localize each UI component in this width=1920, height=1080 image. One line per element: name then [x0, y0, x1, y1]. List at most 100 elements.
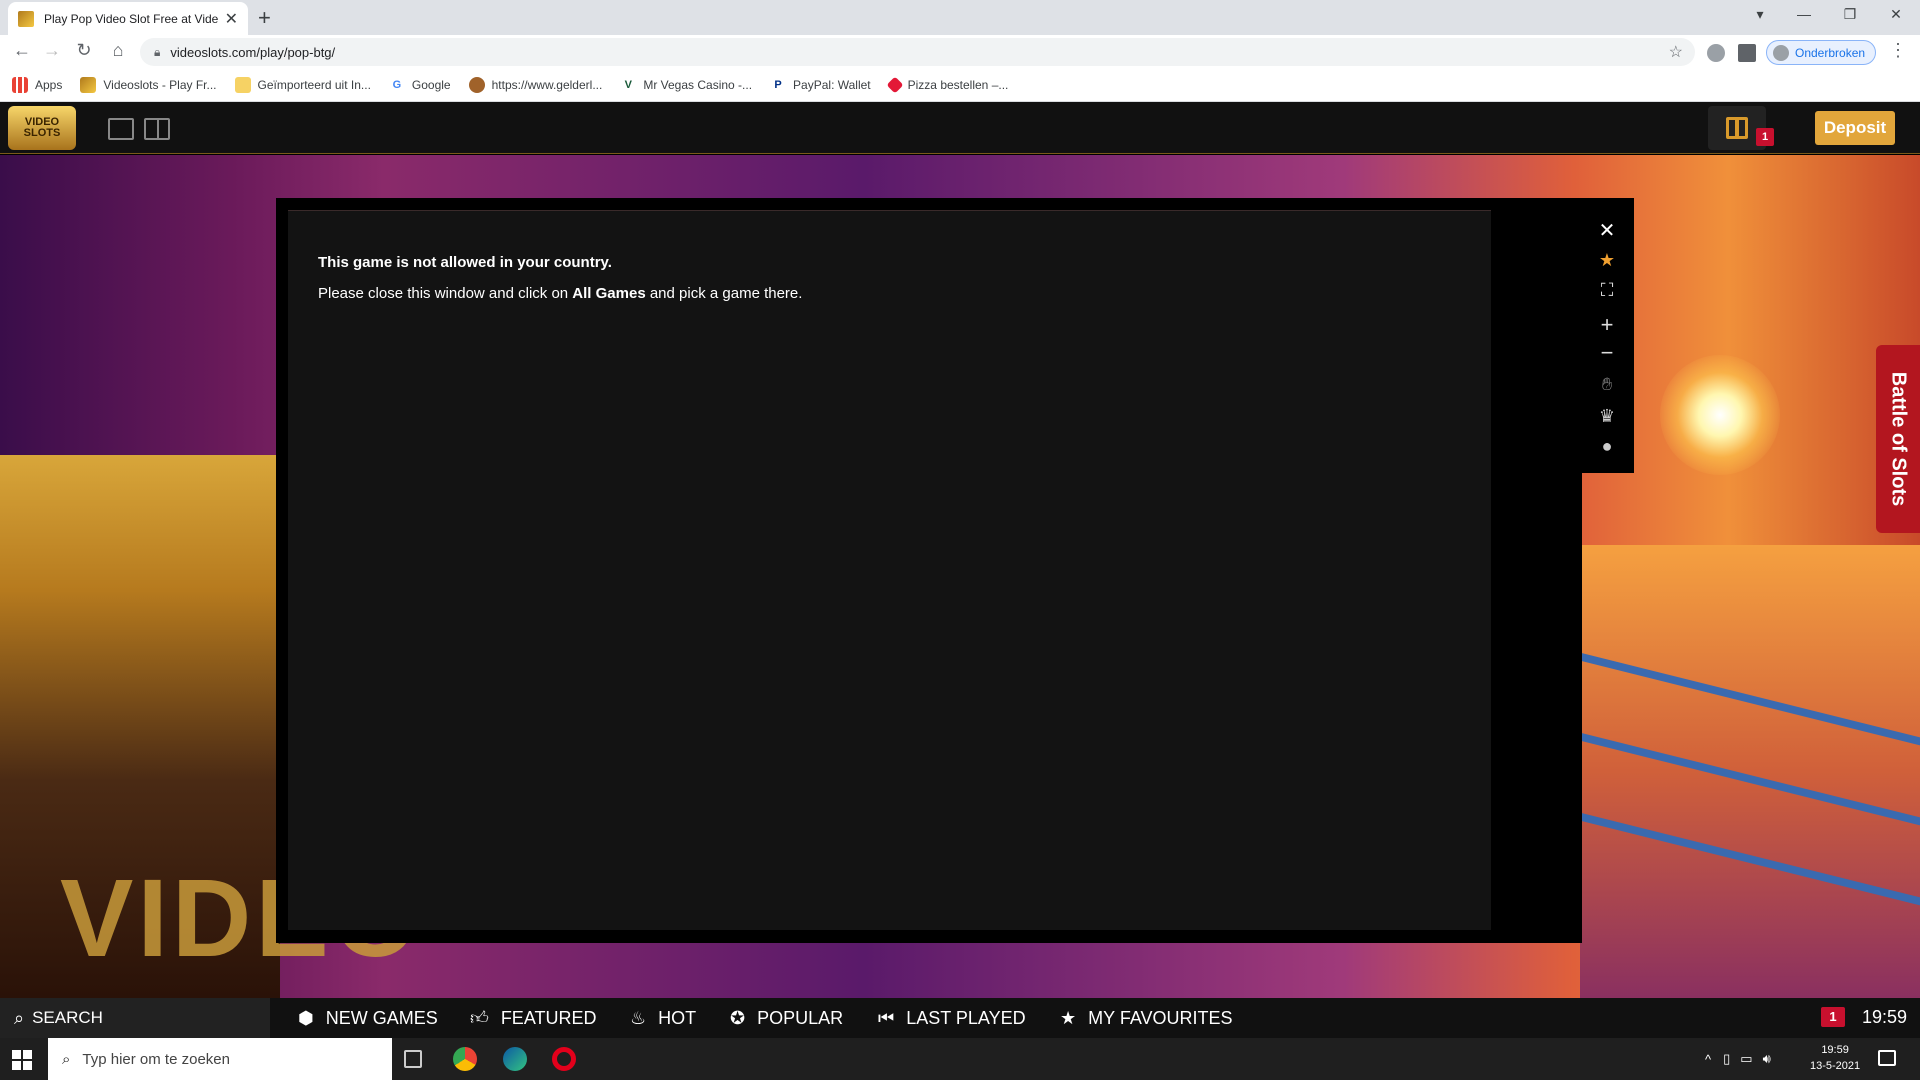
lock-icon[interactable]: 🔒︎	[154, 45, 160, 60]
adblock-extension-icon[interactable]	[1707, 44, 1725, 62]
category-label: NEW GAMES	[325, 1007, 438, 1028]
tab-favicon-icon	[18, 10, 34, 27]
bookmark-videoslots[interactable]: Videoslots - Play Fr...	[80, 77, 217, 93]
chrome-taskbar-icon[interactable]	[453, 1047, 477, 1071]
category-label: FEATURED	[500, 1007, 597, 1028]
browser-tab[interactable]: Play Pop Video Slot Free at Vide ✕	[8, 2, 248, 35]
windows-start-icon[interactable]	[12, 1050, 32, 1070]
address-bar[interactable]: 🔒︎ videoslots.com/play/pop-btg/ ☆	[140, 38, 1695, 66]
zoom-in-icon[interactable]: +	[1580, 312, 1634, 338]
bookmark-label: PayPal: Wallet	[793, 78, 871, 92]
bookmark-label: Apps	[35, 78, 63, 92]
minimize-icon[interactable]: —	[1792, 6, 1816, 22]
search-icon: ⌕	[62, 1050, 71, 1068]
battle-of-slots-tab[interactable]: Battle of Slots	[1876, 345, 1920, 533]
bookmark-label: Videoslots - Play Fr...	[103, 78, 217, 92]
apps-grid-icon	[12, 77, 28, 93]
category-hot[interactable]: ♨ HOT	[630, 998, 696, 1038]
category-featured[interactable]: 👍︎ FEATURED	[470, 998, 596, 1038]
new-tab-icon[interactable]: +	[258, 5, 271, 31]
game-message-area: This game is not allowed in your country…	[288, 210, 1491, 930]
close-icon[interactable]: ✕	[1580, 218, 1634, 243]
browser-tab-strip: Play Pop Video Slot Free at Vide ✕ + ▾ —…	[0, 0, 1920, 35]
opera-taskbar-icon[interactable]	[552, 1047, 576, 1071]
bookmark-gelderland[interactable]: https://www.gelderl...	[468, 77, 603, 93]
notification-badge[interactable]: 1	[1821, 1007, 1845, 1027]
extensions-puzzle-icon[interactable]	[1738, 44, 1756, 62]
taskbar-date: 13-5-2021	[1810, 1060, 1861, 1072]
bookmark-label: Pizza bestellen –...	[907, 78, 1009, 92]
bookmark-pizza[interactable]: Pizza bestellen –...	[886, 76, 1009, 94]
tab-close-icon[interactable]: ✕	[225, 9, 238, 29]
bookmark-google[interactable]: G Google	[389, 77, 451, 93]
avatar	[1773, 44, 1789, 61]
category-popular[interactable]: ✪ POPULAR	[730, 998, 843, 1038]
browser-toolbar: ← → ↻ ⌂ 🔒︎ videoslots.com/play/pop-btg/ …	[0, 35, 1920, 69]
tray-volume-icon[interactable]: 🔊︎	[1763, 1051, 1771, 1067]
tray-chevron-icon[interactable]: ^	[1705, 1052, 1711, 1067]
category-label: MY FAVOURITES	[1088, 1007, 1233, 1028]
restore-icon[interactable]: ❐	[1838, 6, 1862, 23]
tray-device-icon[interactable]: ▯	[1723, 1051, 1730, 1067]
bookmark-mrvegas[interactable]: V Mr Vegas Casino -...	[620, 77, 752, 93]
edge-taskbar-icon[interactable]	[503, 1047, 527, 1071]
single-view-icon[interactable]	[108, 118, 134, 140]
site-clock: 19:59	[1862, 1007, 1908, 1027]
task-view-icon[interactable]	[404, 1050, 422, 1068]
folder-icon	[234, 77, 251, 93]
reload-icon[interactable]: ↻	[72, 40, 96, 61]
rewards-count-badge: 1	[1756, 128, 1774, 146]
game-search-button[interactable]: ⌕ SEARCH	[0, 998, 270, 1038]
tab-title: Play Pop Video Slot Free at Vide	[44, 11, 219, 26]
site-header: VIDEO SLOTS Deposit	[0, 102, 1920, 154]
zoom-out-icon[interactable]: −	[1580, 340, 1634, 366]
bookmark-label: Mr Vegas Casino -...	[643, 78, 753, 92]
game-frame: This game is not allowed in your country…	[276, 198, 1582, 943]
all-games-link[interactable]: All Games	[572, 285, 645, 302]
tray-network-icon[interactable]: ▭	[1740, 1051, 1752, 1067]
site-icon	[468, 77, 485, 93]
profile-label: Onderbroken	[1795, 45, 1866, 60]
chrome-menu-icon[interactable]: ⋮	[1886, 40, 1910, 61]
home-icon[interactable]: ⌂	[106, 40, 130, 61]
bookmark-label: Geïmporteerd uit In...	[257, 78, 371, 92]
battle-of-slots-label: Battle of Slots	[1887, 371, 1910, 507]
message-text: Please close this window and click on	[318, 285, 573, 302]
bookmark-apps[interactable]: Apps	[12, 77, 62, 93]
category-label: HOT	[658, 1007, 697, 1028]
bookmark-imported-folder[interactable]: Geïmporteerd uit In...	[234, 77, 371, 93]
split-view-icon[interactable]	[144, 118, 170, 140]
back-icon[interactable]: ←	[10, 40, 34, 61]
category-new-games[interactable]: ⬢ NEW GAMES	[298, 998, 438, 1038]
mrvegas-icon: V	[624, 79, 632, 91]
chat-icon[interactable]: ●	[1580, 436, 1634, 457]
tab-search-icon[interactable]: ▾	[1748, 6, 1772, 23]
gift-icon	[1726, 117, 1748, 139]
window-close-icon[interactable]: ✕	[1884, 6, 1908, 23]
bookmark-paypal[interactable]: P PayPal: Wallet	[770, 77, 871, 93]
bookmark-star-icon[interactable]: ☆	[1669, 42, 1683, 62]
category-last-played[interactable]: ⏮ LAST PLAYED	[878, 998, 1026, 1038]
taskbar-time: 19:59	[1821, 1044, 1849, 1056]
url-text: videoslots.com/play/pop-btg/	[170, 44, 336, 60]
taskbar-clock[interactable]: 19:59 13-5-2021	[1810, 1042, 1860, 1074]
game-category-bar: ⌕ SEARCH ⬢ NEW GAMES 👍︎ FEATURED ♨ HOT ✪…	[0, 998, 1920, 1038]
google-icon: G	[392, 79, 402, 91]
favourite-star-icon[interactable]: ★	[1580, 250, 1634, 271]
forward-icon[interactable]: →	[40, 40, 64, 61]
taskbar-search-box[interactable]: ⌕ Typ hier om te zoeken	[48, 1038, 392, 1080]
videoslots-logo[interactable]: VIDEO SLOTS	[8, 106, 76, 150]
profile-button[interactable]: Onderbroken	[1766, 40, 1877, 65]
new-games-icon: ⬢	[298, 1007, 314, 1028]
fullscreen-icon[interactable]: ⛶	[1580, 280, 1634, 301]
star-icon: ★	[1060, 1007, 1077, 1028]
notifications-icon[interactable]	[1878, 1050, 1896, 1066]
sunset-image	[1660, 355, 1780, 475]
category-my-favourites[interactable]: ★ MY FAVOURITES	[1060, 998, 1233, 1038]
hand-icon[interactable]: ✋︎	[1580, 374, 1634, 395]
last-played-icon: ⏮	[878, 1007, 895, 1028]
dominos-icon	[886, 76, 904, 94]
deposit-button[interactable]: Deposit	[1815, 111, 1895, 145]
trophy-icon[interactable]: ♛	[1580, 406, 1634, 427]
bookmark-label: https://www.gelderl...	[491, 78, 603, 92]
